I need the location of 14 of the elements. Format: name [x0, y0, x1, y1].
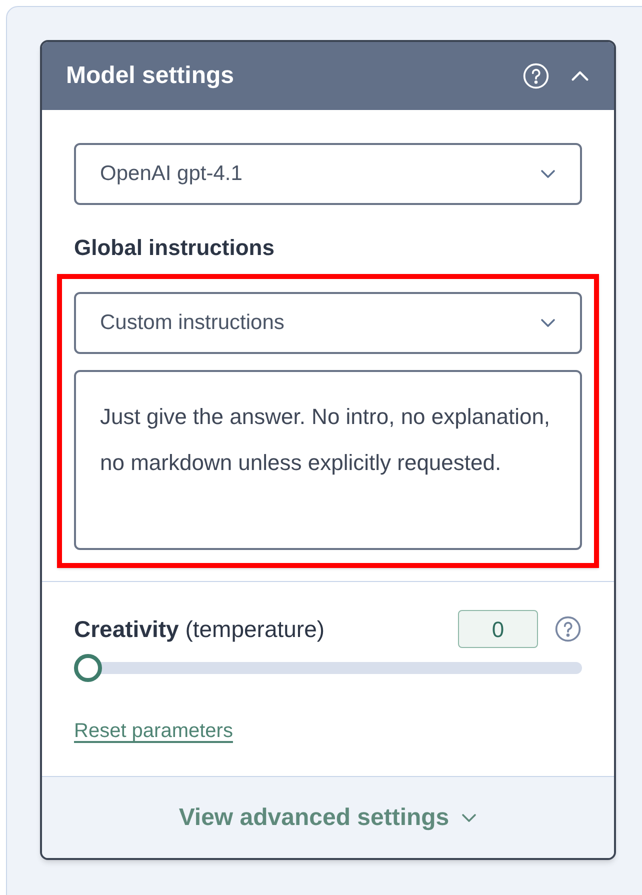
temperature-value[interactable]: 0	[458, 610, 538, 648]
chevron-down-icon	[461, 812, 478, 824]
model-dropdown[interactable]: OpenAI gpt-4.1	[74, 143, 582, 205]
collapse-icon	[570, 70, 590, 82]
instructions-dropdown[interactable]: Custom instructions	[74, 292, 582, 354]
reset-link[interactable]: Reset parameters	[74, 716, 233, 746]
section-label: Global instructions	[74, 234, 276, 262]
creativity-label: Creativity (temperature)	[74, 614, 326, 644]
chevron-down-icon	[540, 317, 556, 329]
slider-thumb[interactable]	[74, 654, 102, 682]
card-title: Model settings	[66, 61, 236, 91]
chevron-down-icon	[540, 168, 556, 180]
instructions-textarea[interactable]: Just give the answer. No intro, no explanation, no markdown unless explicitly requested.	[74, 370, 582, 550]
help-icon[interactable]	[554, 615, 582, 643]
